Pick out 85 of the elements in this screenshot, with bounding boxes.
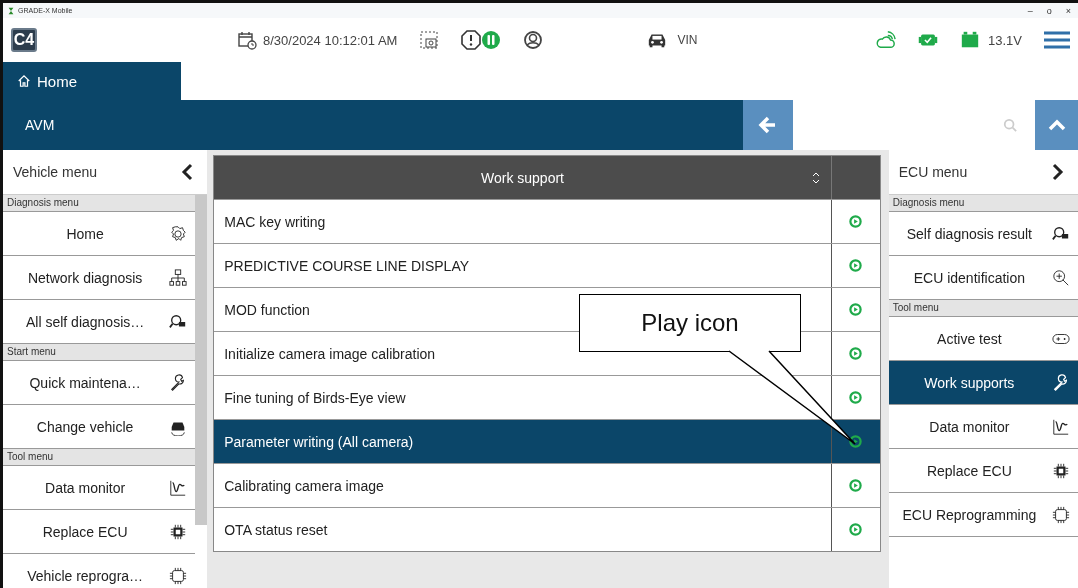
collapse-button[interactable] (1035, 100, 1078, 150)
scrollbar-track[interactable] (195, 195, 208, 525)
window-control[interactable]: × (1062, 5, 1074, 16)
menu-item[interactable]: Self diagnosis result (888, 212, 1078, 256)
cloud-signal-icon[interactable] (876, 30, 896, 50)
c4-logo: C4 (11, 28, 37, 52)
menu-item-label: Replace ECU (41, 523, 129, 540)
column-header-label: Work support (480, 169, 564, 186)
play-icon[interactable] (849, 435, 863, 448)
menu-item[interactable]: Data monitor (888, 405, 1078, 449)
menu-item-label: Change vehicle (35, 418, 135, 435)
table-row[interactable]: PREDICTIVE COURSE LINE DISPLAY (214, 243, 880, 287)
menu-item-label: ECU Reprogramming (901, 506, 1038, 523)
section-label: Tool menu (888, 300, 1078, 317)
table-row[interactable]: OTA status reset (214, 507, 880, 551)
wrench-icon (1052, 373, 1070, 392)
window-control[interactable]: o (1043, 5, 1055, 16)
chip-icon (169, 522, 188, 541)
menu-item-label: Quick maintena… (28, 374, 142, 391)
chip-icon (1052, 461, 1070, 480)
calendar-clock-icon (237, 30, 257, 50)
back-arrow-icon (758, 115, 778, 135)
row-label: Parameter writing (All camera) (224, 433, 414, 450)
menu-item-label: Vehicle reprogra… (26, 567, 145, 584)
menu-item-label: Data monitor (44, 479, 127, 496)
menu-item-label: Data monitor (928, 418, 1011, 435)
menu-item-label: ECU identification (912, 269, 1026, 286)
menu-item-label: All self diagnosis… (24, 313, 146, 330)
menu-item-label: Network diagnosis (26, 269, 144, 286)
menu-item-label: Work supports (923, 374, 1016, 391)
menu-icon[interactable] (1044, 31, 1070, 49)
panel-title: Vehicle menu (13, 164, 98, 180)
section-label: Diagnosis menu (888, 195, 1078, 212)
row-label: Fine tuning of Birds-Eye view (224, 389, 406, 406)
warning-icon[interactable] (461, 30, 482, 50)
app-icon (7, 6, 15, 15)
screenshot-icon[interactable] (419, 30, 440, 50)
sort-icon[interactable] (810, 170, 821, 185)
home-tab-label: Home (37, 72, 77, 90)
vin-label: VIN (677, 33, 698, 47)
play-icon[interactable] (849, 523, 863, 536)
row-label: OTA status reset (224, 521, 328, 538)
table-row[interactable]: MAC key writing (214, 199, 880, 243)
battery-voltage: 13.1V (988, 32, 1022, 48)
breadcrumb-label: AVM (25, 117, 56, 133)
battery-icon[interactable] (960, 30, 980, 50)
chevron-right-icon[interactable] (1052, 163, 1064, 181)
play-icon[interactable] (849, 259, 863, 272)
menu-item-label: Replace ECU (925, 462, 1013, 479)
section-label: Start menu (3, 344, 196, 361)
section-label: Diagnosis menu (3, 195, 196, 212)
menu-item[interactable]: Vehicle reprogra… (3, 554, 196, 588)
panel-title: ECU menu (898, 164, 968, 180)
play-icon[interactable] (849, 479, 863, 492)
home-icon (17, 74, 31, 88)
menu-item[interactable]: Replace ECU (3, 510, 196, 554)
home-tab[interactable]: Home (3, 62, 181, 100)
row-label: Calibrating camera image (224, 477, 384, 494)
play-icon[interactable] (849, 391, 863, 404)
zoom-icon (1052, 268, 1070, 287)
section-label: Tool menu (3, 449, 196, 466)
play-icon[interactable] (849, 215, 863, 228)
menu-item[interactable]: Work supports (888, 361, 1078, 405)
monitor-icon (169, 478, 188, 497)
play-icon[interactable] (849, 347, 863, 360)
date-time: 8/30/2024 10:12:01 AM (263, 32, 398, 48)
row-label: PREDICTIVE COURSE LINE DISPLAY (224, 257, 470, 274)
menu-item-label: Self diagnosis result (905, 225, 1033, 242)
menu-item-label: Active test (936, 330, 1003, 347)
user-icon[interactable] (523, 30, 544, 50)
search-icon (1003, 118, 1017, 132)
row-label: MOD function (224, 301, 310, 318)
table-row[interactable]: Parameter writing (All camera) (214, 419, 880, 463)
window-control[interactable]: – (1024, 5, 1036, 16)
table-row[interactable]: Calibrating camera image (214, 463, 880, 507)
menu-item[interactable]: Replace ECU (888, 449, 1078, 493)
gear-icon (169, 224, 188, 243)
monitor-icon (1052, 417, 1070, 436)
row-label: MAC key writing (224, 213, 326, 230)
play-icon[interactable] (849, 303, 863, 316)
menu-item-label: Home (65, 225, 105, 242)
menu-item[interactable]: ECU Reprogramming (888, 493, 1078, 537)
back-button[interactable] (743, 100, 793, 150)
row-label: Initialize camera image calibration (224, 345, 436, 362)
chevron-left-icon[interactable] (181, 163, 194, 181)
